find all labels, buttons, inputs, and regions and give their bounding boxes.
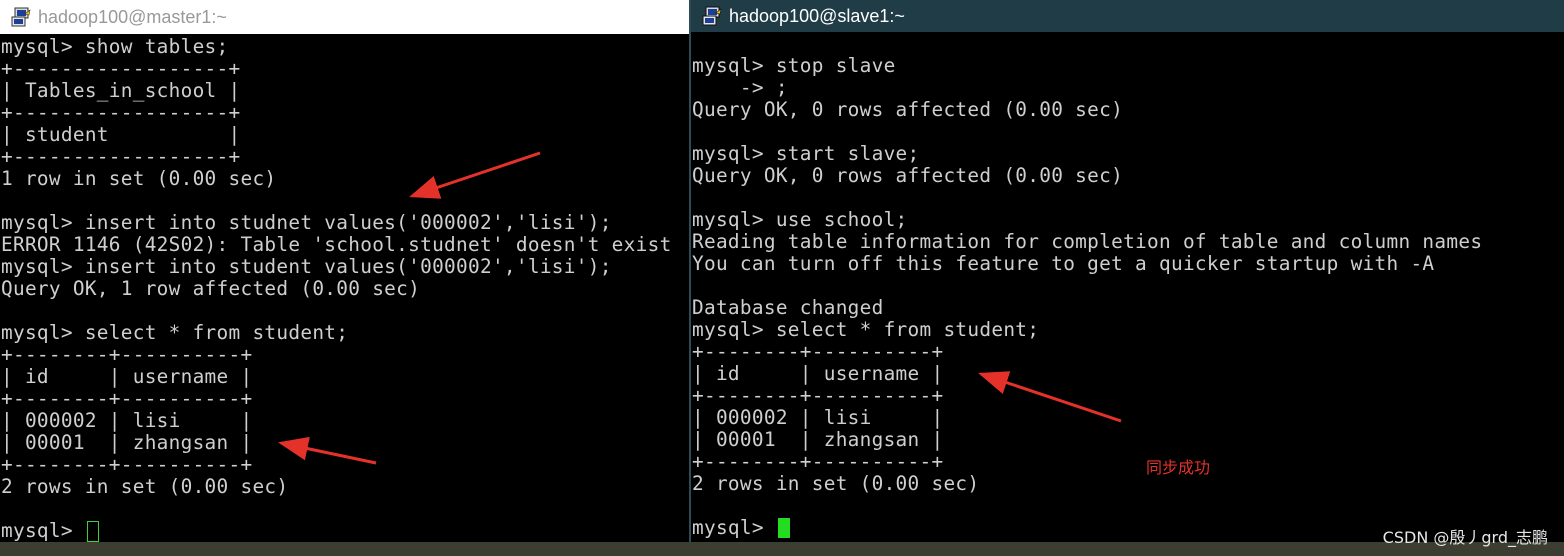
terminal-line: ERROR 1146 (42S02): Table 'school.studne…	[1, 233, 672, 256]
terminal-line: +------------------+	[1, 101, 241, 124]
terminal-line: mysql> stop slave	[692, 54, 896, 77]
title-bar[interactable]: hadoop100@master1:~	[0, 0, 689, 34]
terminal-line: mysql> insert into student values('00000…	[1, 255, 612, 278]
title-bar[interactable]: hadoop100@slave1:~	[691, 0, 1564, 32]
master-terminal-window[interactable]: hadoop100@master1:~ mysql> show tables; +…	[0, 0, 689, 542]
slave-terminal-window[interactable]: hadoop100@slave1:~ mysql> stop slave -> …	[689, 0, 1564, 542]
terminal-output[interactable]: mysql> stop slave -> ; Query OK, 0 rows a…	[691, 32, 1564, 542]
terminal-line: +--------+----------+	[1, 453, 253, 476]
command-prompt-line[interactable]: mysql>	[692, 517, 1482, 539]
sync-success-annotation: 同步成功	[1146, 458, 1211, 477]
csdn-watermark: CSDN @殷丿grd_志鹏	[1382, 528, 1548, 547]
window-title: hadoop100@slave1:~	[729, 5, 905, 26]
terminal-line: 2 rows in set (0.00 sec)	[692, 472, 980, 495]
terminal-line: mysql> select * from student;	[692, 318, 1040, 341]
terminal-line: 1 row in set (0.00 sec)	[1, 167, 277, 190]
terminal-line: -> ;	[692, 76, 788, 99]
prompt-text: mysql>	[1, 519, 85, 542]
terminal-line: Database changed	[692, 296, 884, 319]
terminal-line: | id | username |	[1, 365, 253, 388]
command-prompt-line[interactable]: mysql>	[1, 520, 672, 542]
putty-icon	[702, 6, 722, 26]
terminal-line: | 00001 | zhangsan |	[692, 428, 944, 451]
terminal-line: Query OK, 0 rows affected (0.00 sec)	[692, 164, 1124, 187]
terminal-line: +------------------+	[1, 145, 241, 168]
terminal-line: +--------+----------+	[1, 387, 253, 410]
terminal-line: +--------+----------+	[692, 384, 944, 407]
text-cursor	[777, 518, 790, 538]
terminal-line: mysql> show tables;	[1, 35, 229, 58]
window-title: hadoop100@master1:~	[38, 6, 227, 27]
terminal-line: +--------+----------+	[1, 343, 253, 366]
terminal-output[interactable]: mysql> show tables; +------------------+ |…	[0, 34, 689, 542]
terminal-line: +--------+----------+	[692, 340, 944, 363]
prompt-text: mysql>	[692, 516, 776, 539]
terminal-line: | student |	[1, 123, 241, 146]
terminal-line: | 000002 | lisi |	[692, 406, 944, 429]
terminal-line: Reading table information for completion…	[692, 230, 1483, 253]
terminal-line: | 000002 | lisi |	[1, 409, 253, 432]
text-cursor	[86, 520, 99, 542]
terminal-line: mysql> use school;	[692, 208, 908, 231]
terminal-line: +--------+----------+	[692, 450, 944, 473]
terminal-line: | id | username |	[692, 362, 944, 385]
putty-icon	[11, 7, 31, 27]
terminal-line: | 00001 | zhangsan |	[1, 431, 253, 454]
terminal-line: 2 rows in set (0.00 sec)	[1, 475, 289, 498]
terminal-line: Query OK, 1 row affected (0.00 sec)	[1, 277, 421, 300]
terminal-line: mysql> start slave;	[692, 142, 920, 165]
terminal-line: mysql> insert into studnet values('00000…	[1, 211, 612, 234]
terminal-line: mysql> select * from student;	[1, 321, 349, 344]
terminal-line: +------------------+	[1, 57, 241, 80]
terminal-line: | Tables_in_school |	[1, 79, 241, 102]
terminal-line: Query OK, 0 rows affected (0.00 sec)	[692, 98, 1124, 121]
terminal-line: You can turn off this feature to get a q…	[692, 252, 1435, 275]
